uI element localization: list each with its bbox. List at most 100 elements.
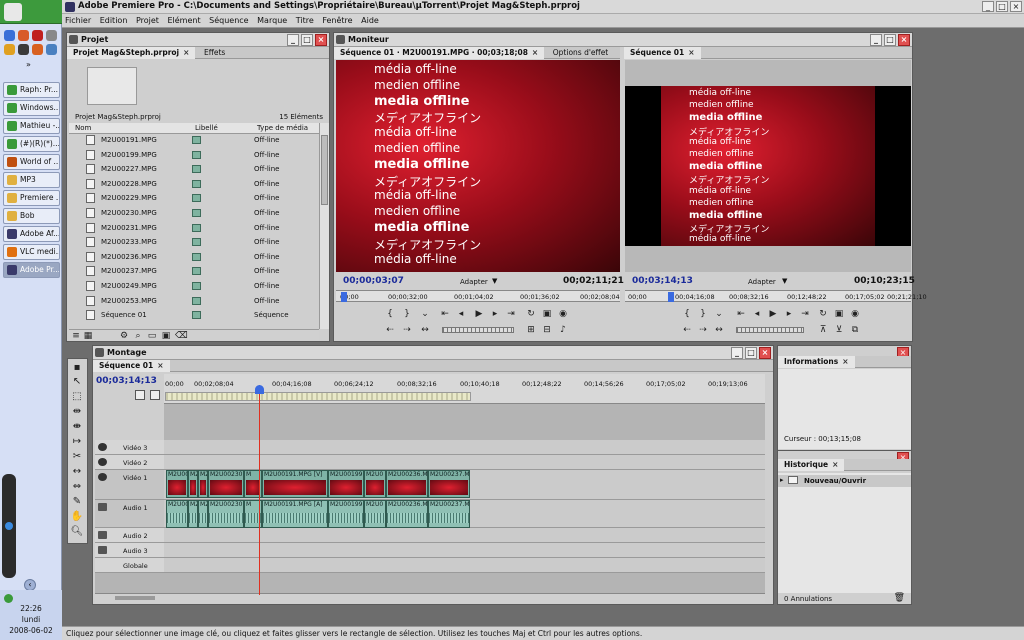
program-video-area[interactable]: média off-line medien offline media offlin… xyxy=(625,60,911,272)
trash-icon[interactable]: 🗑︎ xyxy=(894,593,905,603)
set-marker-icon[interactable] xyxy=(150,390,160,400)
panel-maximize-button[interactable]: □ xyxy=(745,347,757,359)
tab-source[interactable]: Séquence 01 · M2U00191.MPG · 00;03;18;08… xyxy=(334,47,545,59)
audio-clip[interactable]: M2 xyxy=(188,500,198,528)
label-color-swatch[interactable] xyxy=(192,223,201,232)
new-item-icon[interactable]: ▣ xyxy=(161,331,171,341)
mark-in-icon[interactable]: { xyxy=(385,309,395,319)
step-back-marker-icon[interactable]: ⇤ xyxy=(736,309,746,319)
scrollbar-thumb[interactable] xyxy=(321,135,328,205)
work-area-bar[interactable] xyxy=(165,392,471,401)
automate-icon[interactable]: ⚙ xyxy=(119,331,129,341)
video-clip[interactable]: M2U00230 xyxy=(208,470,244,498)
list-item[interactable]: M2U00229.MPG Off-line xyxy=(72,191,322,206)
app-icon[interactable] xyxy=(46,30,57,41)
folder-icon[interactable] xyxy=(4,44,15,55)
ie-icon[interactable] xyxy=(4,30,15,41)
label-color-swatch[interactable] xyxy=(192,136,201,144)
audio-clip[interactable]: M2U00230 xyxy=(208,500,244,528)
mark-out-icon[interactable]: } xyxy=(698,309,708,319)
zoom-tool-icon[interactable]: 🔍︎ xyxy=(70,525,84,539)
go-to-out-icon[interactable]: ⇢ xyxy=(402,325,412,335)
list-item[interactable]: M2U00191.MPG Off-line xyxy=(72,133,322,148)
start-button[interactable] xyxy=(0,0,62,24)
taskbar-button[interactable]: Windows... xyxy=(3,100,60,116)
ripple-edit-tool-icon[interactable]: ⇹ xyxy=(70,405,84,419)
list-item[interactable]: M2U00236.MPG Off-line xyxy=(72,250,322,265)
label-color-swatch[interactable] xyxy=(192,238,201,247)
chevron-down-icon[interactable]: ▼ xyxy=(492,277,497,285)
toggle-audio-icon[interactable]: ♪ xyxy=(558,325,568,335)
menu-fenetre[interactable]: Fenêtre xyxy=(319,14,355,25)
play-button[interactable]: ▶ xyxy=(768,309,778,319)
list-item[interactable]: Séquence 01 Séquence xyxy=(72,308,322,323)
pen-tool-icon[interactable]: ✎ xyxy=(70,495,84,509)
menu-edition[interactable]: Edition xyxy=(97,14,131,25)
trim-icon[interactable]: ⧉ xyxy=(850,325,860,335)
column-name[interactable]: Nom xyxy=(75,124,91,132)
video-clip[interactable]: M2U00 xyxy=(166,470,188,498)
output-icon[interactable]: ◉ xyxy=(850,309,860,319)
source-fit-select[interactable]: Adapter xyxy=(460,278,488,286)
track-video3[interactable] xyxy=(164,440,765,455)
close-button[interactable]: × xyxy=(1010,1,1022,12)
step-forward-icon[interactable]: ▸ xyxy=(784,309,794,319)
step-back-icon[interactable]: ◂ xyxy=(752,309,762,319)
source-playhead[interactable] xyxy=(341,292,347,302)
video-clip[interactable]: M2U00236.MP xyxy=(386,470,428,498)
taskbar-button[interactable]: Bob xyxy=(3,208,60,224)
chevron-down-icon[interactable]: ▼ xyxy=(782,277,787,285)
step-forward-marker-icon[interactable]: ⇥ xyxy=(506,309,516,319)
video-clip[interactable]: M2U0 xyxy=(364,470,386,498)
selection-tool-icon[interactable]: ↖ xyxy=(70,375,84,389)
audio-clip[interactable]: M2U00236.MP xyxy=(386,500,428,528)
zoom-slider[interactable] xyxy=(115,596,155,600)
track-header-video1[interactable]: Vidéo 1 xyxy=(95,470,164,500)
loop-icon[interactable]: ↻ xyxy=(526,309,536,319)
step-forward-marker-icon[interactable]: ⇥ xyxy=(800,309,810,319)
panel-minimize-button[interactable]: _ xyxy=(731,347,743,359)
snap-icon[interactable] xyxy=(135,390,145,400)
taskbar-button[interactable]: Raph: Pr... xyxy=(3,82,60,98)
list-item[interactable]: M2U00227.MPG Off-line xyxy=(72,162,322,177)
source-video[interactable]: média off-line medien offline media offlin… xyxy=(336,60,620,272)
track-header-audio1[interactable]: Audio 1 xyxy=(95,500,164,528)
maximize-button[interactable]: □ xyxy=(996,1,1008,12)
menu-sequence[interactable]: Séquence xyxy=(206,14,251,25)
track-master[interactable] xyxy=(164,558,765,573)
minimize-button[interactable]: _ xyxy=(982,1,994,12)
history-item[interactable]: ▸ Nouveau/Ouvrir xyxy=(778,475,911,487)
play-button[interactable]: ▶ xyxy=(474,309,484,319)
list-item[interactable]: M2U00199.MPG Off-line xyxy=(72,148,322,163)
speaker-icon[interactable] xyxy=(98,503,107,511)
jog-shuttle[interactable] xyxy=(442,327,514,333)
source-ruler[interactable]: 00;00 00;00;32;00 00;01;04;02 00;01;36;0… xyxy=(336,290,620,302)
tab-history[interactable]: Historique × xyxy=(778,459,845,471)
taskbar-button[interactable]: Mathieu -... xyxy=(3,118,60,134)
lift-icon[interactable]: ⊼ xyxy=(818,325,828,335)
tab-info[interactable]: Informations × xyxy=(778,356,855,368)
program-playhead[interactable] xyxy=(668,292,674,302)
tab-program[interactable]: Séquence 01 × xyxy=(624,47,701,59)
label-color-swatch[interactable] xyxy=(192,282,201,290)
track-header-video3[interactable]: Vidéo 3 xyxy=(95,440,164,455)
label-color-swatch[interactable] xyxy=(192,209,201,217)
track-audio1[interactable]: M2U00M2M2M2U00230MM2U00191.MPG [A]M2U001… xyxy=(164,500,765,528)
audio-clip[interactable]: M2U0 xyxy=(364,500,386,528)
track-header-audio2[interactable]: Audio 2 xyxy=(95,528,164,543)
new-bin-icon[interactable]: ▭ xyxy=(147,331,157,341)
speaker-icon[interactable] xyxy=(98,546,107,554)
hand-tool-icon[interactable]: ✋ xyxy=(70,510,84,524)
track-select-tool-icon[interactable]: ⬚ xyxy=(70,390,84,404)
panel-minimize-button[interactable]: _ xyxy=(287,34,299,46)
label-color-swatch[interactable] xyxy=(192,311,201,320)
expand-chevron-icon[interactable]: » xyxy=(26,60,31,69)
track-header-video2[interactable]: Vidéo 2 xyxy=(95,455,164,470)
source-timecode[interactable]: 00;00;03;07 xyxy=(343,276,404,286)
audio-clip[interactable]: M2U00237.M xyxy=(428,500,470,528)
find-icon[interactable]: ⌕ xyxy=(133,331,143,341)
video-clip[interactable]: M2U00237.M xyxy=(428,470,470,498)
list-item[interactable]: M2U00230.MPG Off-line xyxy=(72,206,322,221)
timeline-playhead[interactable] xyxy=(259,385,260,595)
track-header-audio3[interactable]: Audio 3 xyxy=(95,543,164,558)
